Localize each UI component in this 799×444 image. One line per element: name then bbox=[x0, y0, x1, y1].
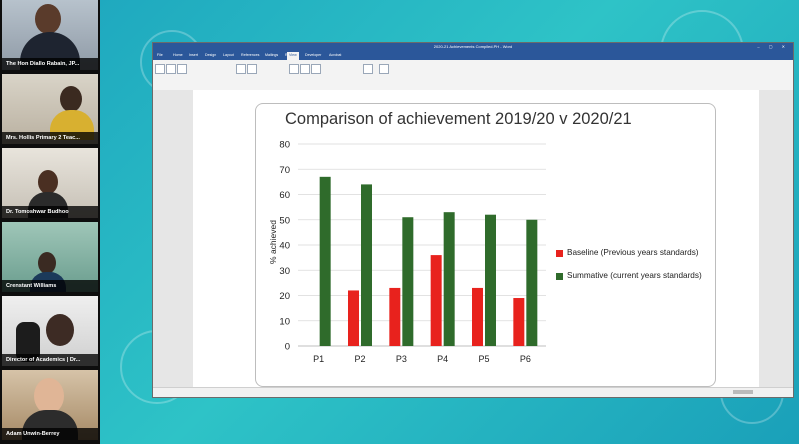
participant-tile[interactable]: Mrs. Hollis Primary 2 Teac... bbox=[2, 74, 98, 144]
tab-layout[interactable]: Layout bbox=[223, 53, 234, 57]
y-tick-label: 70 bbox=[279, 165, 290, 176]
participants-panel: The Hon Diallo Rabain, JP... Mrs. Hollis… bbox=[0, 0, 100, 444]
participant-name: The Hon Diallo Rabain, JP... bbox=[2, 58, 98, 70]
y-tick-label: 40 bbox=[279, 241, 290, 252]
x-tick-label: P5 bbox=[478, 354, 489, 364]
read-mode-button[interactable] bbox=[155, 64, 165, 74]
tab-home[interactable]: Home bbox=[173, 53, 183, 57]
tab-developer[interactable]: Developer bbox=[305, 53, 321, 57]
bar-summative bbox=[361, 184, 372, 346]
legend-swatch-summative bbox=[556, 272, 563, 280]
tab-insert[interactable]: Insert bbox=[189, 53, 198, 57]
zoom-slider[interactable] bbox=[733, 390, 753, 394]
print-layout-button[interactable] bbox=[166, 64, 176, 74]
y-tick-label: 50 bbox=[279, 215, 290, 226]
web-layout-button[interactable] bbox=[177, 64, 187, 74]
bar-summative bbox=[526, 219, 538, 346]
y-tick-label: 80 bbox=[279, 140, 290, 151]
participant-avatar bbox=[38, 170, 58, 194]
x-tick-label: P6 bbox=[520, 354, 531, 364]
legend-item: Summative (current years standards) bbox=[556, 269, 702, 283]
x-tick-label: P1 bbox=[313, 354, 324, 364]
legend-label: Summative (current years standards) bbox=[567, 271, 702, 280]
legend-item: Baseline (Previous years standards) bbox=[556, 246, 702, 260]
status-bar bbox=[153, 387, 793, 397]
participant-avatar bbox=[38, 252, 56, 274]
bar-chart: 0 10 20 30 40 50 60 70 80 P1 P2 P3 P4 P5 P6 bbox=[279, 140, 546, 364]
bar-summative bbox=[319, 176, 331, 346]
bar-baseline bbox=[472, 287, 483, 346]
tab-view[interactable]: View bbox=[287, 52, 299, 60]
participant-tile[interactable]: The Hon Diallo Rabain, JP... bbox=[2, 0, 98, 70]
participant-name: Crenstant Williams bbox=[2, 280, 98, 292]
switch-windows-button[interactable] bbox=[363, 64, 373, 74]
tab-design[interactable]: Design bbox=[205, 53, 216, 57]
chart-legend: Baseline (Previous years standards) Summ… bbox=[556, 246, 702, 292]
y-tick-label: 0 bbox=[285, 342, 290, 353]
tab-acrobat[interactable]: Acrobat bbox=[329, 53, 341, 57]
bar-summative bbox=[443, 212, 455, 346]
bar-baseline bbox=[513, 298, 525, 346]
bar-baseline bbox=[430, 255, 442, 346]
y-tick-label: 60 bbox=[279, 190, 290, 201]
macros-button[interactable] bbox=[379, 64, 389, 74]
participant-avatar bbox=[46, 314, 74, 346]
participant-name: Mrs. Hollis Primary 2 Teac... bbox=[2, 132, 98, 144]
one-hundred-percent-button[interactable] bbox=[247, 64, 257, 74]
y-tick-label: 20 bbox=[279, 291, 290, 302]
participant-avatar bbox=[34, 378, 64, 414]
zoom-button[interactable] bbox=[236, 64, 246, 74]
y-tick-label: 10 bbox=[279, 316, 290, 327]
x-tick-label: P2 bbox=[354, 354, 365, 364]
bar-summative bbox=[485, 214, 496, 346]
bar-summative bbox=[402, 217, 414, 346]
participant-avatar bbox=[60, 86, 82, 112]
new-window-button[interactable] bbox=[289, 64, 299, 74]
ribbon bbox=[153, 60, 793, 91]
participant-tile[interactable]: Adam Unwin-Berrey bbox=[2, 370, 98, 440]
arrange-all-button[interactable] bbox=[300, 64, 310, 74]
x-tick-label: P3 bbox=[396, 354, 407, 364]
ribbon-tabs: File Home Insert Design Layout Reference… bbox=[153, 52, 793, 60]
participant-tile[interactable]: Crenstant Williams bbox=[2, 222, 98, 292]
document-title: 2020-21 Achievements Compiled.PH - Word bbox=[433, 44, 513, 49]
bar-baseline bbox=[389, 287, 401, 346]
tab-file[interactable]: File bbox=[157, 53, 163, 57]
title-bar: 2020-21 Achievements Compiled.PH - Word … bbox=[153, 43, 793, 52]
participant-name: Dr. Tomoshwar Budhoo bbox=[2, 206, 98, 218]
participant-tile[interactable]: Dr. Tomoshwar Budhoo bbox=[2, 148, 98, 218]
x-tick-label: P4 bbox=[437, 354, 448, 364]
bar-baseline bbox=[348, 290, 359, 346]
window-controls[interactable]: – ▢ ✕ bbox=[757, 44, 789, 49]
legend-label: Baseline (Previous years standards) bbox=[567, 248, 699, 257]
participant-tile[interactable]: Director of Academics | Dr... bbox=[2, 296, 98, 366]
participant-name: Adam Unwin-Berrey bbox=[2, 428, 98, 440]
split-button[interactable] bbox=[311, 64, 321, 74]
legend-swatch-baseline bbox=[556, 249, 563, 257]
participant-name: Director of Academics | Dr... bbox=[2, 354, 98, 366]
participant-avatar bbox=[35, 4, 61, 34]
y-tick-label: 30 bbox=[279, 266, 290, 277]
tab-references[interactable]: References bbox=[241, 53, 259, 57]
chart-slide: Comparison of achievement 2019/20 v 2020… bbox=[255, 103, 716, 387]
tab-mailings[interactable]: Mailings bbox=[265, 53, 278, 57]
